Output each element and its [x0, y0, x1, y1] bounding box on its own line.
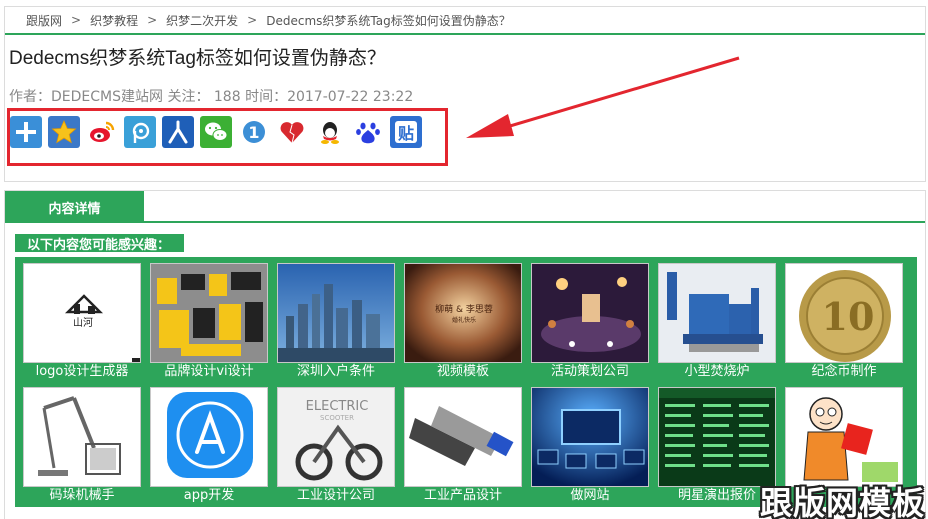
svg-text:10: 10 [822, 294, 875, 339]
breadcrumb-category-link[interactable]: 织梦教程 [90, 12, 138, 29]
related-item-website[interactable]: 做网站 [531, 387, 649, 504]
thumbnail [785, 387, 903, 487]
tile-caption: 做网站 [570, 488, 610, 503]
wechat-icon[interactable] [200, 116, 232, 148]
thumbnail: 10 [785, 263, 903, 363]
thumbnail: 柳萌 & 李思蓉 婚礼快乐 [404, 263, 522, 363]
thumbnail [531, 387, 649, 487]
svg-text:1: 1 [248, 123, 259, 142]
related-item-video-template[interactable]: 柳萌 & 李思蓉 婚礼快乐 视频模板 [404, 263, 522, 380]
page-title: Dedecms织梦系统Tag标签如何设置伪静态？ [9, 48, 386, 69]
share-more-icon[interactable] [10, 116, 42, 148]
thumbnail [658, 387, 776, 487]
thumbnail [277, 263, 395, 363]
tile-caption: 工业产品设计 [423, 488, 502, 503]
thumbnail [658, 263, 776, 363]
tieba-icon[interactable]: 贴 [390, 116, 422, 148]
svg-text:山河: 山河 [73, 317, 93, 329]
thumbnail [23, 387, 141, 487]
related-heading: 以下内容您可能感兴趣： [15, 234, 185, 253]
related-item-shenzhen[interactable]: 深圳入户条件 [277, 263, 395, 380]
tile-caption: app开发 [183, 488, 235, 503]
related-grid: 山河 logo设计生成器 品牌设计vi设计 深圳入户条件 柳萌 & 李思蓉 婚礼快… [15, 257, 917, 507]
content-panel: 内容详情 以下内容您可能感兴趣： 山河 logo设计生成器 品牌设计vi设计 深… [4, 190, 926, 519]
tile-caption: 视频模板 [436, 364, 489, 379]
breadcrumb-separator: > [147, 13, 158, 27]
svg-text:贴: 贴 [398, 124, 414, 143]
breadcrumb: 跟版网 > 织梦教程 > 织梦二次开发 > Dedecms织梦系统Tag标签如何… [5, 7, 925, 35]
related-item-product-design[interactable]: 工业产品设计 [404, 387, 522, 504]
watermark-text: 跟版网模板 [760, 484, 926, 519]
article-meta: 作者：DEDECMS建站网 关注： 188 时间：2017-07-22 23:2… [9, 89, 414, 105]
qq-icon[interactable] [314, 116, 346, 148]
tile-caption: 纪念币制作 [811, 364, 877, 379]
svg-text:柳萌 & 李思蓉: 柳萌 & 李思蓉 [435, 303, 493, 315]
related-item-event[interactable]: 活动策划公司 [531, 263, 649, 380]
svg-text:SCOOTER: SCOOTER [320, 414, 354, 422]
sina-weibo-icon[interactable] [86, 116, 118, 148]
tab-bar: 内容详情 [5, 191, 925, 223]
thumbnail: ELECTRIC SCOOTER [277, 387, 395, 487]
thumbnail [150, 263, 268, 363]
tile-caption: 深圳入户条件 [296, 364, 375, 379]
svg-text:ELECTRIC: ELECTRIC [306, 399, 369, 414]
tile-caption: 小型焚烧炉 [684, 364, 750, 379]
tile-caption: 活动策划公司 [550, 364, 629, 379]
heart-icon[interactable] [276, 116, 308, 148]
thumbnail [404, 387, 522, 487]
thumbnail: 山河 [23, 263, 141, 363]
annotation-arrow [466, 56, 740, 138]
related-item-celebrity[interactable]: 明星演出报价 [658, 387, 776, 504]
related-item-incinerator[interactable]: 小型焚烧炉 [658, 263, 776, 380]
related-item-palletizer[interactable]: 码垛机械手 [23, 387, 141, 504]
related-item-vi[interactable]: 品牌设计vi设计 [150, 263, 268, 380]
svg-text:婚礼快乐: 婚礼快乐 [452, 316, 476, 324]
breadcrumb-separator: > [71, 13, 82, 27]
thumbnail [531, 263, 649, 363]
related-item-app[interactable]: app开发 [150, 387, 268, 504]
share-toolbar: 1 贴 [10, 116, 422, 148]
breadcrumb-current: Dedecms织梦系统Tag标签如何设置伪静态？ [266, 13, 511, 28]
tile-caption: 品牌设计vi设计 [164, 364, 254, 379]
breadcrumb-home-link[interactable]: 跟版网 [26, 12, 62, 29]
tencent-weibo-icon[interactable] [124, 116, 156, 148]
related-item-coin[interactable]: 10 纪念币制作 [785, 263, 903, 380]
tab-content-details[interactable]: 内容详情 [5, 191, 144, 223]
renren-icon[interactable] [162, 116, 194, 148]
favorite-star-icon[interactable] [48, 116, 80, 148]
breadcrumb-separator: > [247, 13, 258, 27]
tile-caption: 码垛机械手 [49, 488, 115, 503]
baidu-icon[interactable] [352, 116, 384, 148]
related-item-industrial-design[interactable]: ELECTRIC SCOOTER 工业设计公司 [277, 387, 395, 504]
related-item-logo[interactable]: 山河 logo设计生成器 [23, 263, 141, 380]
yiyou-icon[interactable]: 1 [238, 116, 270, 148]
tile-caption: 工业设计公司 [296, 488, 375, 503]
thumbnail [150, 387, 268, 487]
breadcrumb-subcategory-link[interactable]: 织梦二次开发 [166, 12, 238, 29]
tile-caption: logo设计生成器 [35, 364, 129, 379]
